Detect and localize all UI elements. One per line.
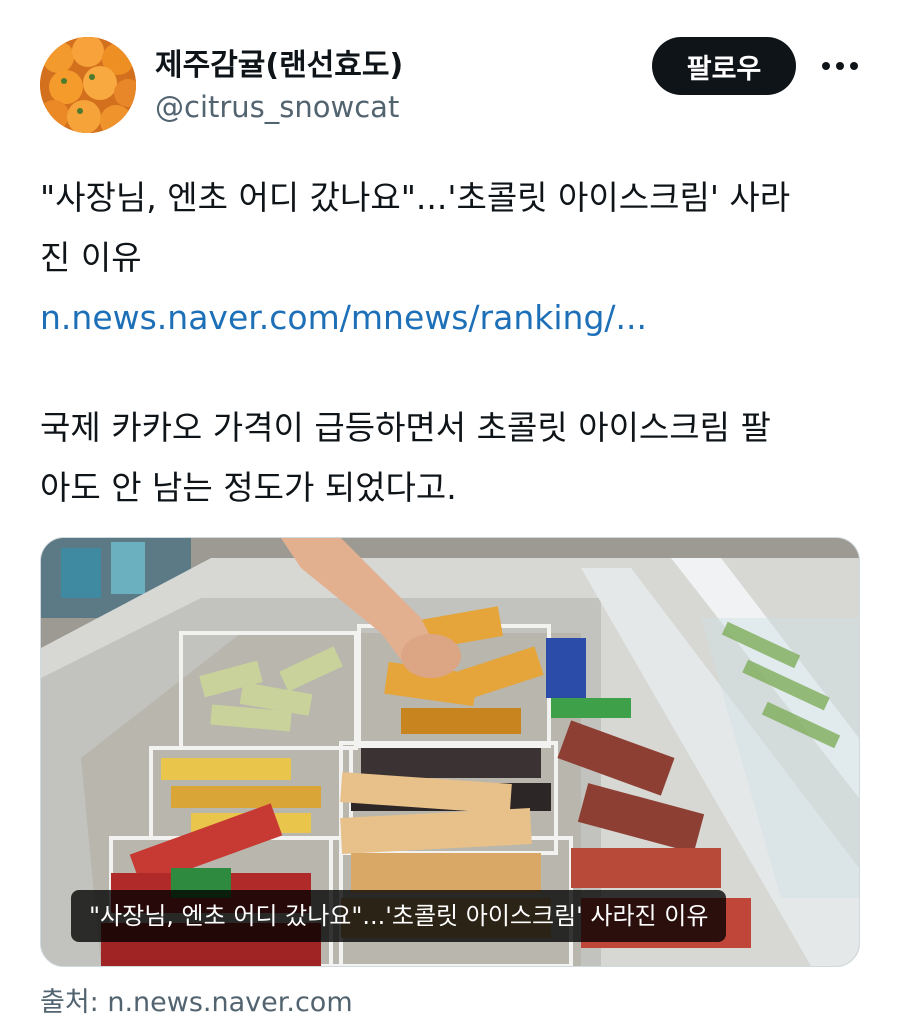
tweet-text: "사장님, 엔초 어디 갔나요"...'초콜릿 아이스크림' 사라 진 이유 n…: [40, 168, 870, 348]
more-options-button[interactable]: [818, 46, 862, 86]
tweet-line-1: "사장님, 엔초 어디 갔나요"...'초콜릿 아이스크림' 사라: [40, 178, 791, 217]
tweet-line-2: 진 이유: [40, 238, 142, 277]
more-dots-icon: [822, 62, 858, 70]
paragraph-line-1: 국제 카카오 가격이 급등하면서 초콜릿 아이스크림 팔: [40, 408, 771, 447]
follow-button[interactable]: 팔로우: [652, 37, 796, 95]
card-caption: "사장님, 엔초 어디 갔나요"...'초콜릿 아이스크림' 사라진 이유: [71, 890, 727, 942]
link-preview-card[interactable]: "사장님, 엔초 어디 갔나요"...'초콜릿 아이스크림' 사라진 이유: [40, 537, 860, 967]
oranges-avatar-icon: [40, 37, 136, 133]
source-link[interactable]: 출처: n.news.naver.com: [40, 980, 353, 1019]
avatar[interactable]: [40, 37, 136, 133]
user-handle[interactable]: @citrus_snowcat: [155, 90, 399, 124]
news-link[interactable]: n.news.naver.com/mnews/ranking/...: [40, 288, 870, 348]
display-name[interactable]: 제주감귤(랜선효도): [155, 40, 403, 84]
paragraph-line-2: 아도 안 남는 정도가 되었다고.: [40, 468, 457, 507]
tweet-paragraph: 국제 카카오 가격이 급등하면서 초콜릿 아이스크림 팔 아도 안 남는 정도가…: [40, 398, 870, 518]
tweet-header: 제주감귤(랜선효도) @citrus_snowcat 팔로우: [0, 0, 900, 140]
